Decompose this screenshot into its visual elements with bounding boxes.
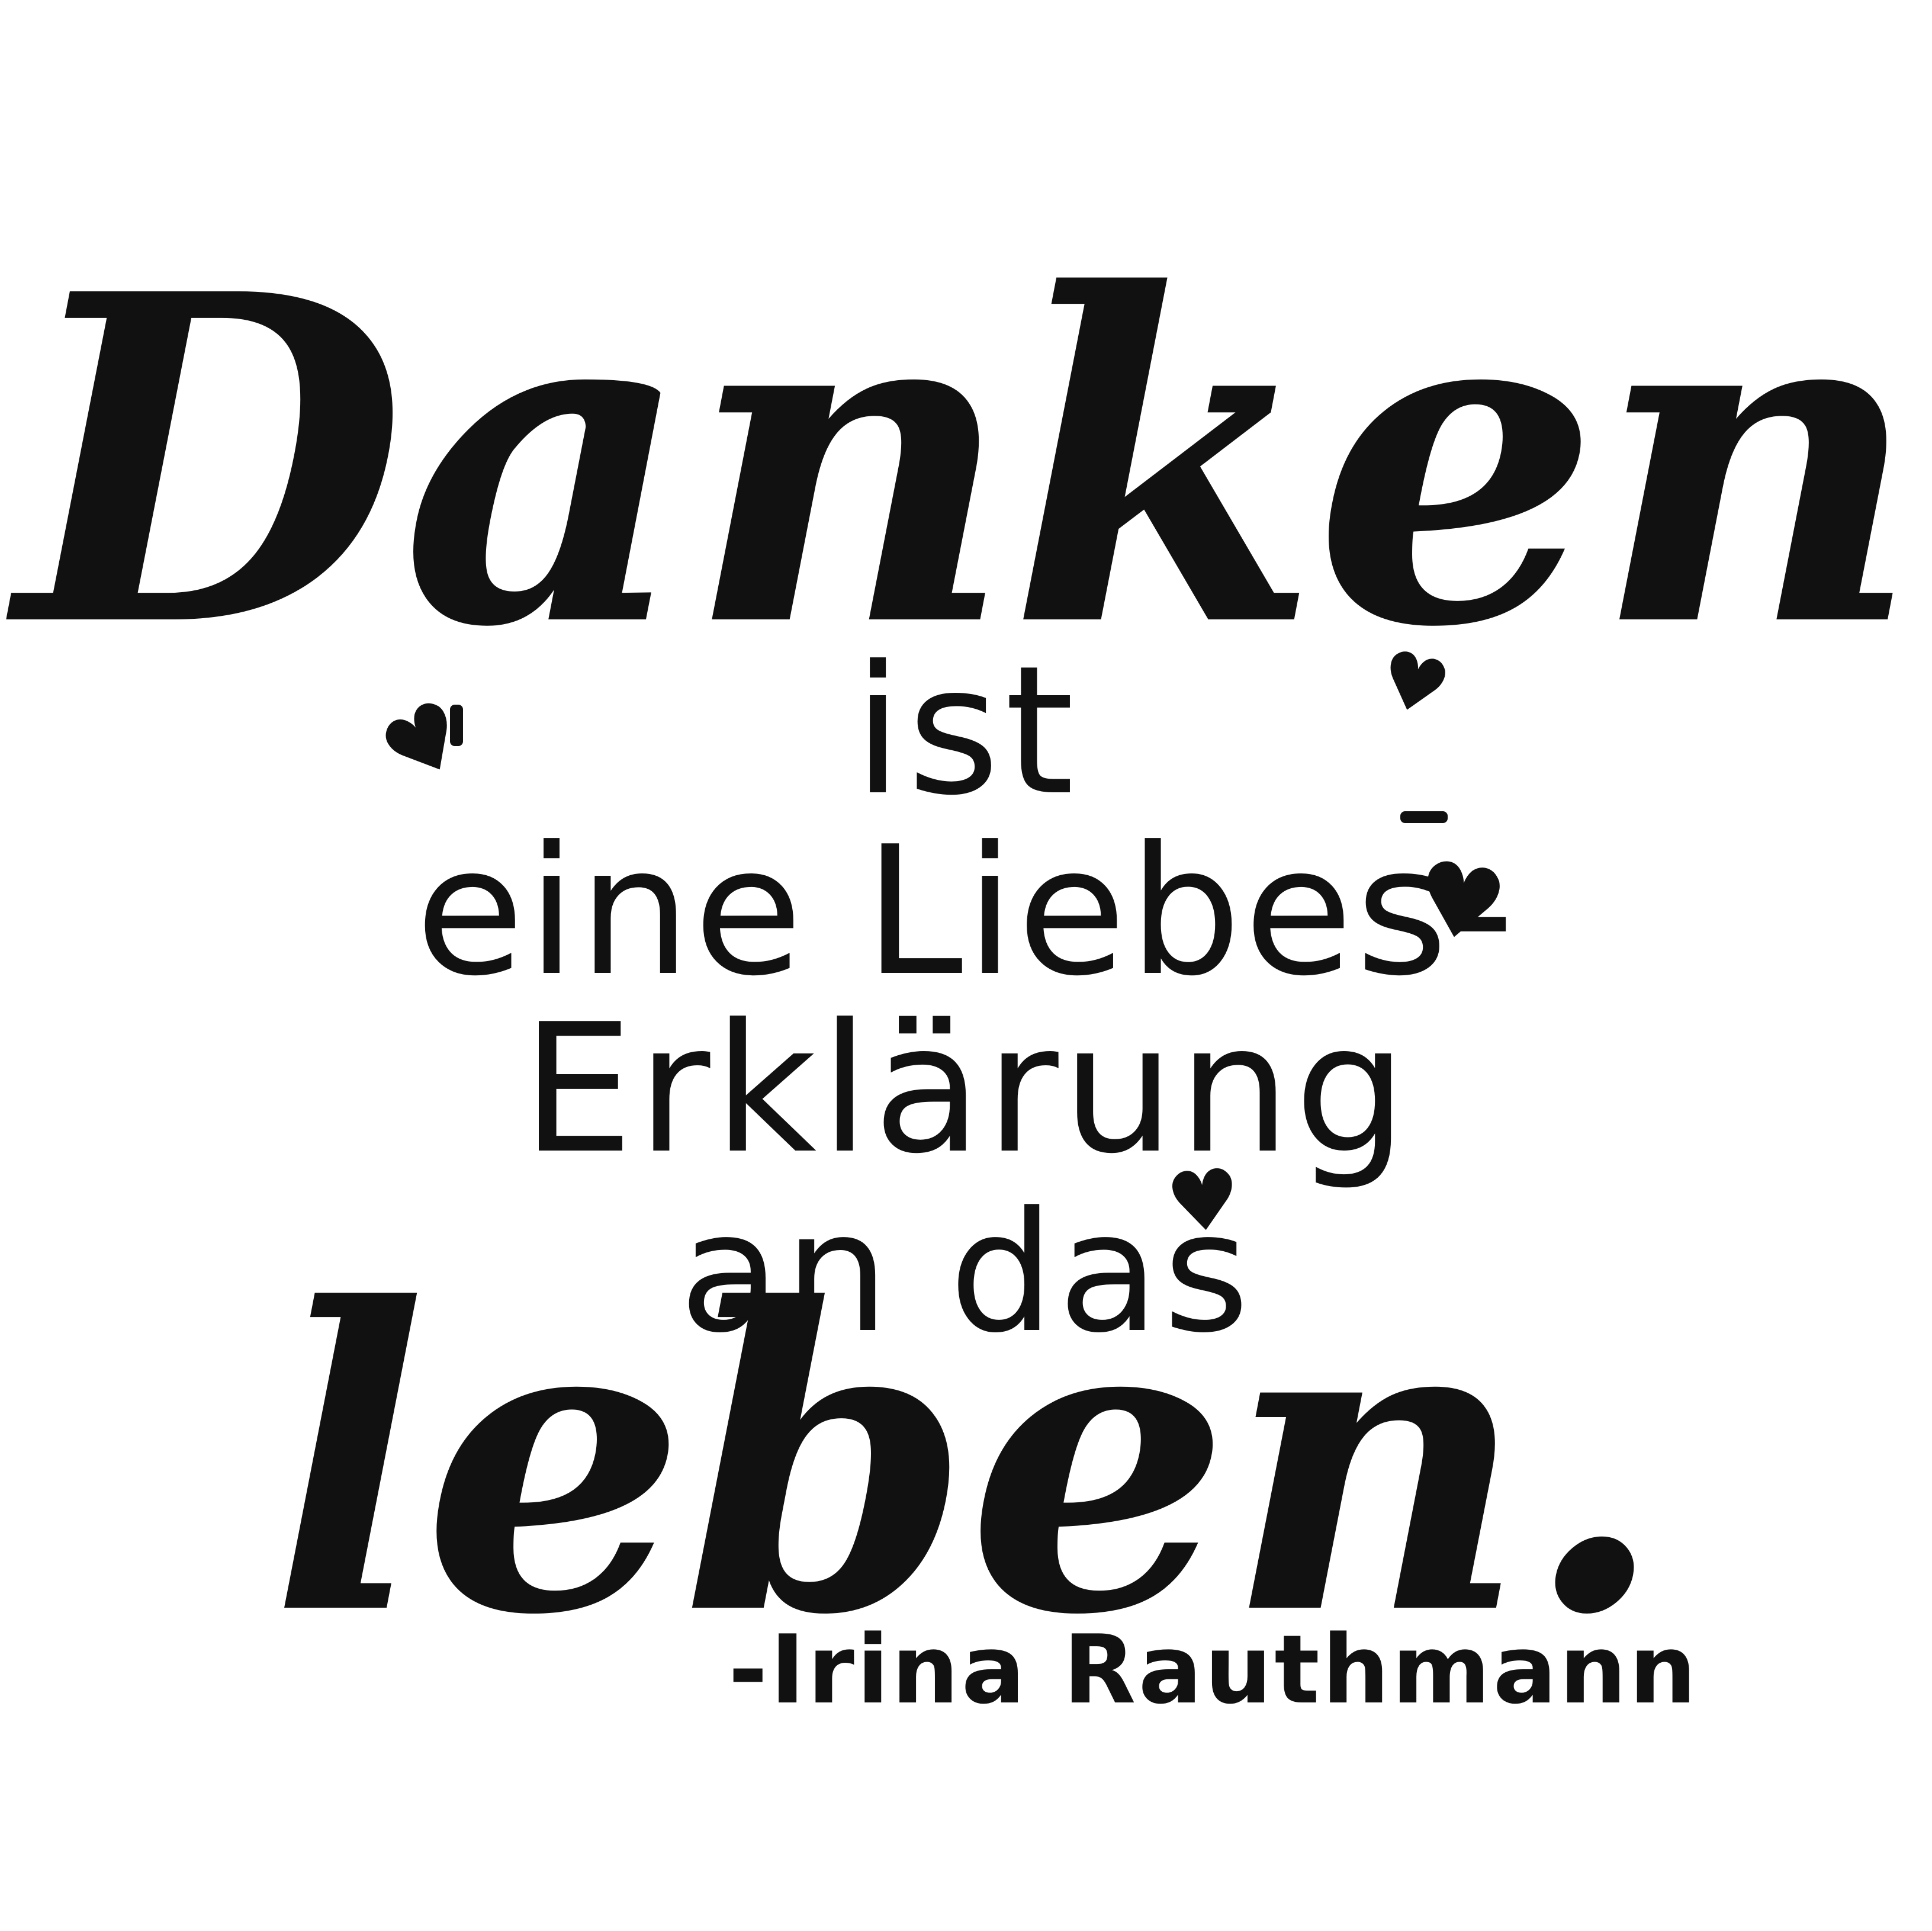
quote-line-eine-liebes: eine Liebes-: [415, 808, 1517, 1015]
quote-line-ist: ist: [853, 628, 1079, 834]
decorative-tick: [450, 705, 463, 746]
quote-line-danken: Danken: [17, 197, 1921, 726]
decorative-dash: [1400, 811, 1448, 823]
quote-line-leben: leben.: [270, 1219, 1667, 1706]
quote-author: -Irina Rauthmann: [728, 1614, 1699, 1725]
quote-artwork: Danken ist eine Liebes- Erklärung an das…: [0, 0, 1932, 1931]
heart-icon: ♥: [1405, 837, 1515, 969]
heart-icon: ♥: [1162, 1150, 1245, 1254]
quote-line-erklaerung: Erklärung: [521, 986, 1411, 1193]
